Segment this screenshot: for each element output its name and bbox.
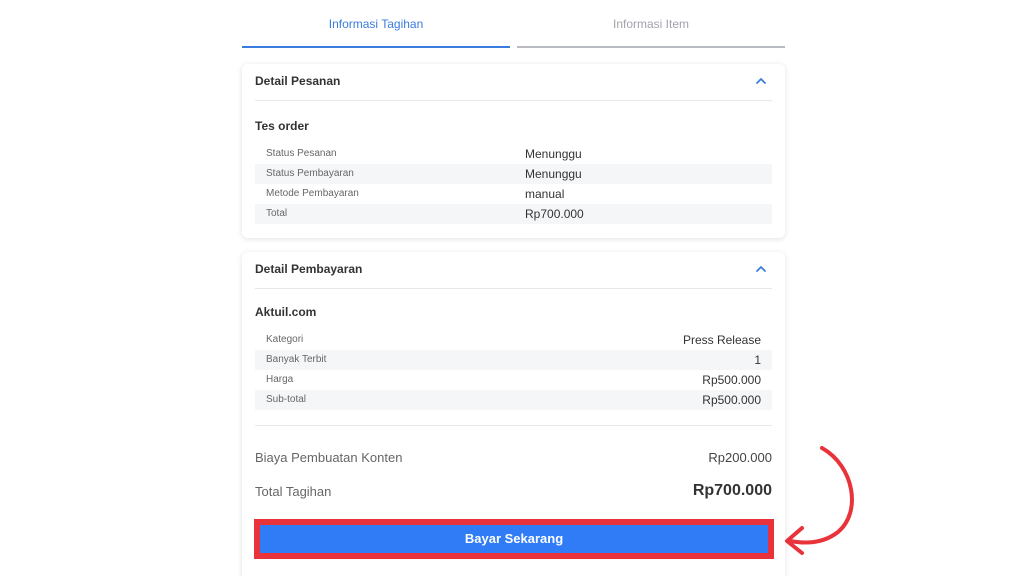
tab-bar: Informasi Tagihan Informasi Item (242, 0, 785, 48)
table-row: Metode Pembayaran manual (255, 184, 772, 204)
payment-detail-header[interactable]: Detail Pembayaran (255, 252, 772, 289)
pay-button-highlight: Bayar Sekarang (254, 519, 774, 559)
order-name: Tes order (255, 119, 309, 133)
row-value: 1 (754, 353, 761, 367)
table-row: Status Pesanan Menunggu (255, 144, 772, 164)
table-row: Status Pembayaran Menunggu (255, 164, 772, 184)
table-row: Banyak Terbit 1 (255, 350, 772, 370)
media-name: Aktuil.com (255, 305, 317, 319)
table-row: Sub-total Rp500.000 (255, 390, 772, 410)
total-bill-label: Total Tagihan (255, 484, 332, 499)
table-row: Kategori Press Release (255, 330, 772, 350)
divider (255, 425, 772, 426)
row-label: Kategori (266, 334, 304, 345)
total-bill-row: Total Tagihan Rp700.000 (255, 482, 772, 504)
payment-info-table: Kategori Press Release Banyak Terbit 1 H… (255, 330, 772, 410)
content-fee-value: Rp200.000 (708, 450, 772, 465)
row-value: Menunggu (525, 167, 582, 181)
pay-now-button[interactable]: Bayar Sekarang (260, 525, 768, 553)
tab-informasi-item[interactable]: Informasi Item (517, 0, 785, 48)
row-value: Rp500.000 (702, 373, 761, 387)
content-fee-label: Biaya Pembuatan Konten (255, 450, 403, 465)
row-value: Rp700.000 (525, 207, 584, 221)
order-detail-card: Detail Pesanan Tes order Status Pesanan … (242, 64, 785, 238)
row-value: manual (525, 187, 565, 201)
chevron-up-icon[interactable] (754, 262, 768, 276)
row-label: Total (266, 208, 288, 219)
content-fee-row: Biaya Pembuatan Konten Rp200.000 (255, 450, 772, 470)
row-value: Menunggu (525, 147, 582, 161)
tab-informasi-tagihan[interactable]: Informasi Tagihan (242, 0, 510, 48)
row-label: Sub-total (266, 394, 307, 405)
row-label: Status Pembayaran (266, 168, 354, 179)
table-row: Harga Rp500.000 (255, 370, 772, 390)
table-row: Total Rp700.000 (255, 204, 772, 224)
row-label: Harga (266, 374, 294, 385)
row-label: Status Pesanan (266, 148, 337, 159)
annotation-arrow-icon (785, 446, 854, 555)
order-detail-header[interactable]: Detail Pesanan (255, 64, 772, 101)
total-bill-value: Rp700.000 (692, 482, 772, 499)
chevron-up-icon[interactable] (754, 74, 768, 88)
row-label: Banyak Terbit (266, 354, 327, 365)
order-detail-title: Detail Pesanan (255, 74, 341, 88)
row-value: Rp500.000 (702, 393, 761, 407)
row-label: Metode Pembayaran (266, 188, 359, 199)
order-info-table: Status Pesanan Menunggu Status Pembayara… (255, 144, 772, 224)
payment-detail-title: Detail Pembayaran (255, 262, 363, 276)
row-value: Press Release (682, 333, 761, 347)
